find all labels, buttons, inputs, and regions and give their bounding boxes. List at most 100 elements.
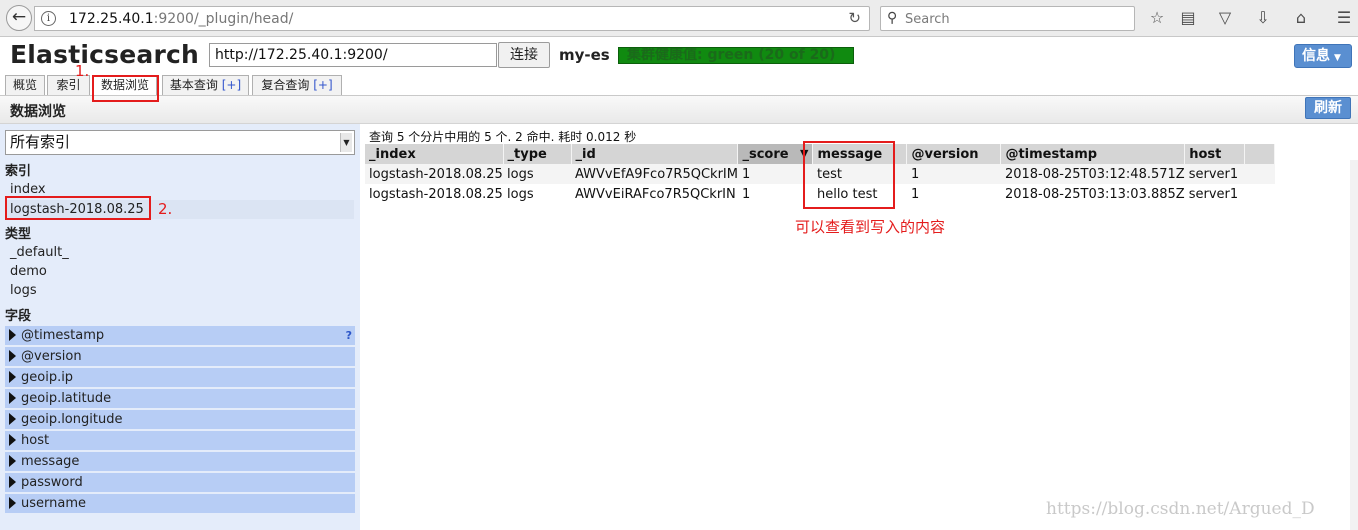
field-label: password <box>21 475 83 490</box>
field-item-geoip-longitude[interactable]: geoip.longitude <box>5 410 355 429</box>
cell-id: AWVvEfA9Fco7R5QCkrIM <box>571 164 738 184</box>
column-header-timestamp[interactable]: @timestamp <box>1000 144 1186 164</box>
expand-triangle-icon <box>9 434 16 446</box>
connect-button[interactable]: 连接 <box>498 42 550 68</box>
help-icon[interactable]: ? <box>346 326 352 345</box>
section-bar: 数据浏览 刷新 <box>0 95 1358 124</box>
field-label: username <box>21 496 86 511</box>
query-summary: 查询 5 个分片中用的 5 个. 2 命中. 耗时 0.012 秒 <box>369 130 637 144</box>
field-item-geoip-latitude[interactable]: geoip.latitude <box>5 389 355 408</box>
annotation-note: 可以查看到写入的内容 <box>795 218 946 236</box>
column-header-type[interactable]: _type <box>503 144 572 164</box>
annotation-box-tab <box>92 75 159 102</box>
info-menu-label: 信息 <box>1302 48 1330 64</box>
browser-toolbar: ← i 172.25.40.1:9200/_plugin/head/ ↻ ⚲ S… <box>0 0 1358 37</box>
field-item-version[interactable]: @version <box>5 347 355 366</box>
scrollbar[interactable] <box>1350 160 1358 530</box>
refresh-button[interactable]: 刷新 <box>1305 97 1351 119</box>
info-menu-button[interactable]: 信息 ▼ <box>1294 44 1352 68</box>
expand-triangle-icon <box>9 329 16 341</box>
column-header-host[interactable]: host <box>1184 144 1246 164</box>
field-item-message[interactable]: message <box>5 452 355 471</box>
column-header-version[interactable]: @version <box>906 144 1002 164</box>
section-title: 数据浏览 <box>10 104 66 120</box>
index-select-value: 所有索引 <box>10 133 71 151</box>
cluster-name: my-es <box>559 46 610 64</box>
expand-triangle-icon <box>9 476 16 488</box>
column-header-id[interactable]: _id <box>571 144 739 164</box>
cluster-health-badge: 集群健康值: green (20 of 20) <box>618 47 854 64</box>
search-placeholder: Search <box>905 12 950 27</box>
cell-type: logs <box>503 164 571 184</box>
index-select[interactable]: 所有索引 ▼ <box>5 130 355 155</box>
tab-basic-query-label: 基本查询 <box>169 78 218 92</box>
column-header-filler <box>1244 144 1276 164</box>
field-label: @timestamp <box>21 328 105 343</box>
chevron-down-icon: ▼ <box>1334 53 1341 63</box>
field-item-host[interactable]: host <box>5 431 355 450</box>
field-item-password[interactable]: password <box>5 473 355 492</box>
tab-basic-query-plus: [+] <box>221 78 242 92</box>
cell-id: AWVvEiRAFco7R5QCkrIN <box>571 184 738 204</box>
tab-compound-query[interactable]: 复合查询 [+] <box>252 75 342 96</box>
cell-timestamp: 2018-08-25T03:12:48.571Z <box>1000 164 1185 184</box>
cell-filler <box>1244 184 1275 204</box>
column-header-score-label: _score <box>742 146 789 162</box>
cell-score: 1 <box>737 184 813 204</box>
sidebar: 所有索引 ▼ 索引 index logstash-2018.08.25 类型 _… <box>0 124 360 530</box>
field-label: host <box>21 433 50 448</box>
field-item-timestamp[interactable]: @timestamp? <box>5 326 355 345</box>
bookmark-star-icon[interactable]: ☆ <box>1146 7 1168 29</box>
reading-list-icon[interactable]: ▤ <box>1177 7 1199 29</box>
tab-compound-query-label: 复合查询 <box>261 78 310 92</box>
expand-triangle-icon <box>9 371 16 383</box>
expand-triangle-icon <box>9 413 16 425</box>
cell-host: server1 <box>1184 184 1245 204</box>
field-item-username[interactable]: username <box>5 494 355 513</box>
connect-url-input[interactable] <box>209 43 497 67</box>
watermark: https://blog.csdn.net/Argued_D <box>1046 499 1315 519</box>
reload-icon[interactable]: ↻ <box>848 9 861 27</box>
home-icon[interactable]: ⌂ <box>1290 7 1312 29</box>
site-info-icon[interactable]: i <box>41 11 56 26</box>
expand-triangle-icon <box>9 392 16 404</box>
cell-filler <box>1244 164 1275 184</box>
browser-search-input[interactable]: ⚲ Search <box>880 6 1135 31</box>
annotation-box-index <box>5 196 151 220</box>
cell-type: logs <box>503 184 571 204</box>
cell-host: server1 <box>1184 164 1245 184</box>
fields-heading: 字段 <box>5 309 32 324</box>
cell-version: 1 <box>906 184 1001 204</box>
download-icon[interactable]: ⇩ <box>1252 7 1274 29</box>
cell-index: logstash-2018.08.25 <box>365 184 503 204</box>
field-label: geoip.latitude <box>21 391 112 406</box>
type-item-demo[interactable]: demo <box>5 262 354 281</box>
indices-heading: 索引 <box>5 164 32 179</box>
field-label: @version <box>21 349 82 364</box>
address-bar[interactable]: i 172.25.40.1:9200/_plugin/head/ ↻ <box>34 6 870 31</box>
column-header-index[interactable]: _index <box>365 144 504 164</box>
type-item-logs[interactable]: logs <box>5 281 354 300</box>
tab-basic-query[interactable]: 基本查询 [+] <box>162 75 249 96</box>
annotation-box-message <box>803 141 895 209</box>
pocket-icon[interactable]: ▽ <box>1214 7 1236 29</box>
menu-icon[interactable]: ☰ <box>1333 7 1355 29</box>
expand-triangle-icon <box>9 350 16 362</box>
chevron-down-icon: ▼ <box>340 133 352 152</box>
app-title: Elasticsearch <box>10 40 199 69</box>
annotation-step-2: 2. <box>158 200 173 218</box>
cell-score: 1 <box>737 164 813 184</box>
address-path: :9200/_plugin/head/ <box>153 11 294 27</box>
types-heading: 类型 <box>5 227 32 242</box>
tab-compound-query-plus: [+] <box>313 78 333 92</box>
tab-overview[interactable]: 概览 <box>5 75 45 96</box>
back-arrow-icon[interactable]: ← <box>6 5 32 31</box>
cell-index: logstash-2018.08.25 <box>365 164 503 184</box>
annotation-step-1: 1. <box>75 62 90 80</box>
field-label: message <box>21 454 80 469</box>
expand-triangle-icon <box>9 497 16 509</box>
field-item-geoip-ip[interactable]: geoip.ip <box>5 368 355 387</box>
cell-timestamp: 2018-08-25T03:13:03.885Z <box>1000 184 1185 204</box>
type-item-default[interactable]: _default_ <box>5 243 354 262</box>
column-header-score[interactable]: _score ▼ <box>737 144 814 164</box>
